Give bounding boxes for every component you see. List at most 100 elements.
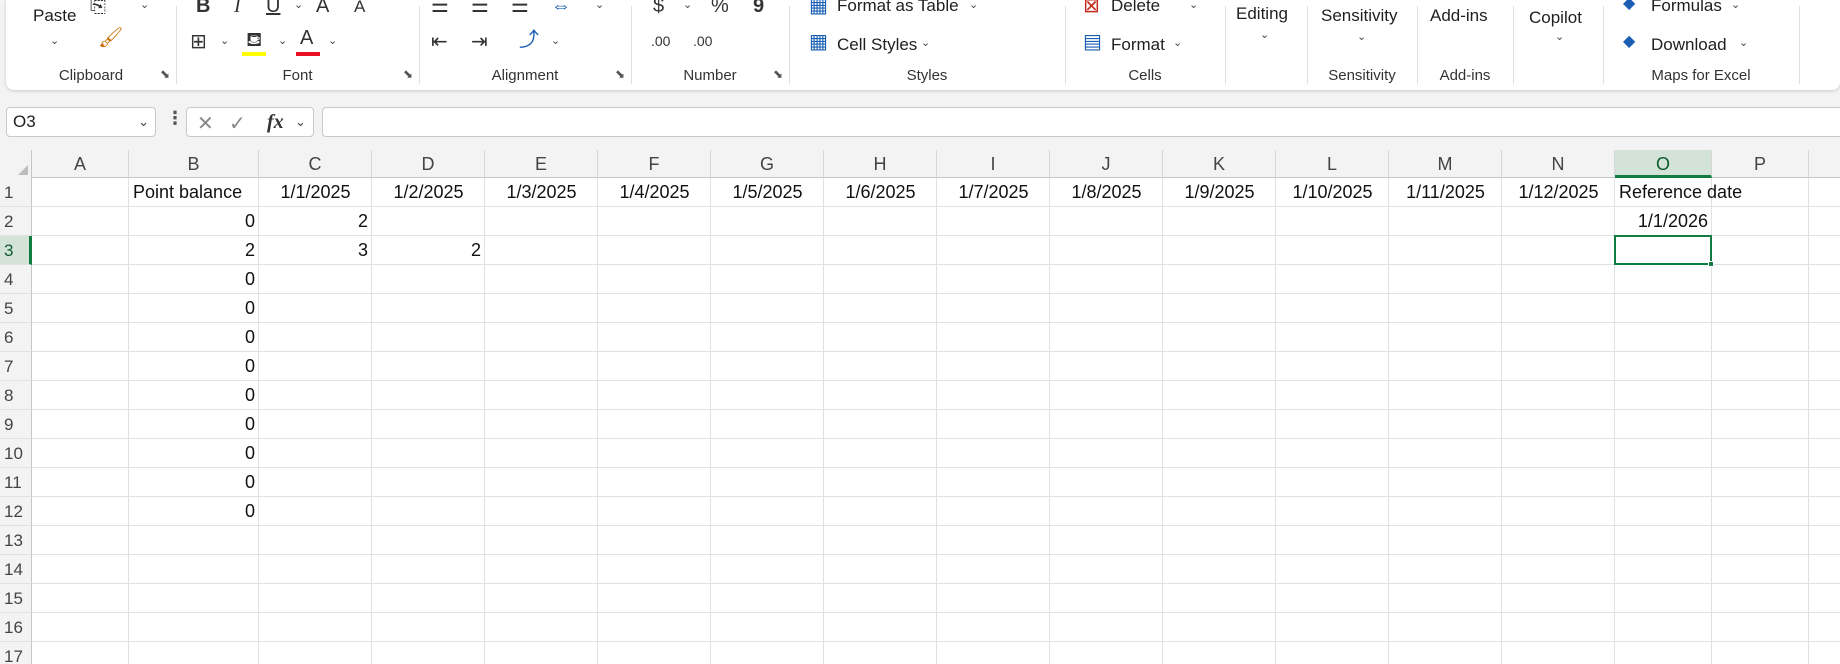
alignment-launcher-icon[interactable]: ⬊ [615, 67, 625, 81]
cell-c1[interactable]: 1/1/2025 [259, 178, 372, 207]
cell-d3[interactable]: 2 [372, 236, 485, 265]
cell-b10[interactable]: 0 [129, 439, 259, 468]
cell-j1[interactable]: 1/8/2025 [1050, 178, 1163, 207]
delete-dropdown-icon[interactable]: ⌄ [1189, 0, 1198, 11]
editing-button[interactable]: Editing [1236, 4, 1288, 24]
row-header-16[interactable]: 16 [0, 613, 32, 642]
italic-button[interactable]: I [234, 0, 241, 16]
clipboard-launcher-icon[interactable]: ⬊ [160, 67, 170, 81]
paste-dropdown-icon[interactable]: ⌄ [50, 34, 59, 47]
currency-button[interactable]: $ [653, 0, 664, 16]
cell-i1[interactable]: 1/7/2025 [937, 178, 1050, 207]
column-header-p[interactable]: P [1712, 150, 1809, 178]
column-header-f[interactable]: F [598, 150, 711, 178]
cell-b11[interactable]: 0 [129, 468, 259, 497]
row-header-10[interactable]: 10 [0, 439, 32, 468]
row-header-3[interactable]: 3 [0, 236, 32, 265]
row-header-14[interactable]: 14 [0, 555, 32, 584]
cell-styles-icon[interactable]: ▦ [809, 32, 828, 52]
paste-button[interactable]: Paste [33, 6, 76, 26]
sensitivity-button[interactable]: Sensitivity [1321, 6, 1398, 26]
editing-dropdown-icon[interactable]: ⌄ [1260, 28, 1269, 41]
row-header-4[interactable]: 4 [0, 265, 32, 294]
column-header-k[interactable]: K [1163, 150, 1276, 178]
font-color-dropdown-icon[interactable]: ⌄ [328, 34, 337, 47]
cell-area[interactable]: Point balance 1/1/2025 1/2/2025 1/3/2025 1/4… [32, 178, 1840, 664]
font-launcher-icon[interactable]: ⬊ [403, 67, 413, 81]
fx-dropdown-icon[interactable]: ⌄ [295, 114, 306, 130]
enter-icon[interactable]: ✓ [229, 111, 246, 136]
number-launcher-icon[interactable]: ⬊ [773, 67, 783, 81]
column-header-m[interactable]: M [1389, 150, 1502, 178]
column-header-o[interactable]: O [1615, 150, 1712, 178]
bold-button[interactable]: B [196, 0, 210, 16]
font-color-button[interactable]: A [300, 28, 313, 48]
cell-b12[interactable]: 0 [129, 497, 259, 526]
orientation-icon[interactable]: ⤴ [519, 30, 539, 50]
cell-o2[interactable]: 1/1/2026 [1615, 207, 1712, 236]
currency-dropdown-icon[interactable]: ⌄ [683, 0, 692, 11]
delete-button[interactable]: Delete [1111, 0, 1160, 16]
cell-b1[interactable]: Point balance [129, 178, 259, 207]
borders-dropdown-icon[interactable]: ⌄ [220, 34, 229, 47]
row-header-8[interactable]: 8 [0, 381, 32, 410]
column-header-g[interactable]: G [711, 150, 824, 178]
format-cells-icon[interactable]: ▤ [1083, 32, 1102, 52]
cell-b3[interactable]: 2 [129, 236, 259, 265]
cell-g1[interactable]: 1/5/2025 [711, 178, 824, 207]
cell-f1[interactable]: 1/4/2025 [598, 178, 711, 207]
row-header-7[interactable]: 7 [0, 352, 32, 381]
row-header-11[interactable]: 11 [0, 468, 32, 497]
cell-b9[interactable]: 0 [129, 410, 259, 439]
fill-color-dropdown-icon[interactable]: ⌄ [278, 34, 287, 47]
column-header-n[interactable]: N [1502, 150, 1615, 178]
formulas-button[interactable]: Formulas [1651, 0, 1722, 16]
cell-b7[interactable]: 0 [129, 352, 259, 381]
underline-dropdown-icon[interactable]: ⌄ [294, 0, 303, 11]
align-left-icon[interactable]: ☰ [431, 0, 449, 16]
decrease-font-button[interactable]: A [354, 0, 365, 15]
format-button[interactable]: Format [1111, 35, 1165, 55]
row-header-9[interactable]: 9 [0, 410, 32, 439]
column-header-i[interactable]: I [937, 150, 1050, 178]
increase-indent-icon[interactable]: ⇥ [471, 32, 488, 52]
sensitivity-dropdown-icon[interactable]: ⌄ [1357, 30, 1366, 43]
selected-cell-border[interactable] [1614, 235, 1712, 265]
format-table-dropdown-icon[interactable]: ⌄ [969, 0, 978, 11]
name-box[interactable]: O3 ⌄ [6, 107, 156, 137]
cell-b2[interactable]: 0 [129, 207, 259, 236]
cell-k1[interactable]: 1/9/2025 [1163, 178, 1276, 207]
copy-icon[interactable]: ⎘ [90, 0, 106, 16]
row-header-6[interactable]: 6 [0, 323, 32, 352]
row-header-1[interactable]: 1 [0, 178, 32, 207]
addins-button[interactable]: Add-ins [1430, 6, 1488, 26]
fill-handle[interactable] [1708, 261, 1714, 267]
row-header-15[interactable]: 15 [0, 584, 32, 613]
download-button[interactable]: Download [1651, 35, 1727, 55]
cell-b5[interactable]: 0 [129, 294, 259, 323]
formulas-dropdown-icon[interactable]: ⌄ [1731, 0, 1740, 11]
copilot-button[interactable]: Copilot [1529, 8, 1582, 28]
percent-button[interactable]: % [711, 0, 729, 16]
cancel-icon[interactable]: ✕ [197, 111, 214, 136]
column-header-b[interactable]: B [129, 150, 259, 178]
merge-dropdown-icon[interactable]: ⌄ [595, 0, 604, 11]
cell-o1[interactable]: Reference date [1615, 178, 1792, 207]
row-header-12[interactable]: 12 [0, 497, 32, 526]
row-header-5[interactable]: 5 [0, 294, 32, 323]
name-box-dropdown-icon[interactable]: ⌄ [138, 114, 149, 130]
format-painter-icon[interactable]: 🖌 [98, 28, 123, 48]
column-header-a[interactable]: A [32, 150, 129, 178]
align-center-icon[interactable]: ☰ [471, 0, 489, 16]
orientation-dropdown-icon[interactable]: ⌄ [551, 34, 560, 47]
column-header-j[interactable]: J [1050, 150, 1163, 178]
cell-c3[interactable]: 3 [259, 236, 372, 265]
column-header-d[interactable]: D [372, 150, 485, 178]
underline-button[interactable]: U [266, 0, 280, 16]
cell-e1[interactable]: 1/3/2025 [485, 178, 598, 207]
select-all-button[interactable] [0, 150, 32, 178]
formula-bar-more-icon[interactable]: ⋮ [166, 108, 184, 129]
format-dropdown-icon[interactable]: ⌄ [1173, 36, 1182, 49]
cell-h1[interactable]: 1/6/2025 [824, 178, 937, 207]
insert-function-icon[interactable]: fx [267, 111, 284, 134]
